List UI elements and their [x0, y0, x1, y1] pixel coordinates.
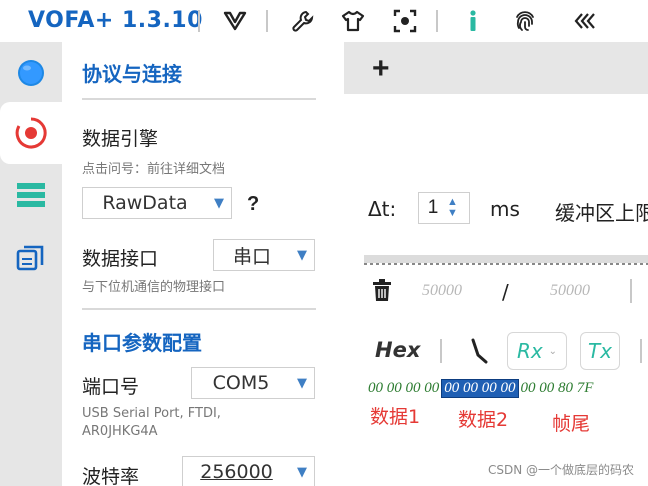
- engine-help-button[interactable]: ?: [247, 193, 259, 216]
- buffer-slider[interactable]: [364, 255, 648, 263]
- slider-ticks: [364, 263, 648, 265]
- timestamp-icon[interactable]: [468, 337, 490, 365]
- annotation-data2: 数据2: [458, 409, 509, 431]
- divider: [82, 98, 316, 100]
- annotation-frame-tail: 帧尾: [552, 413, 591, 435]
- baud-select[interactable]: 256000 ▼: [182, 456, 315, 486]
- connection-status-icon: [18, 60, 44, 86]
- fingerprint-icon[interactable]: [510, 6, 540, 36]
- engine-hint: 点击问号：前往详细文档: [82, 162, 226, 177]
- port-hint-line-2: AR0JHKG4A: [82, 424, 158, 439]
- dt-unit: ms: [490, 197, 520, 221]
- buffer-current: 50000: [422, 282, 462, 299]
- toolbar-divider: [436, 10, 438, 32]
- dt-spinbox[interactable]: 1 ▲ ▼: [418, 192, 470, 224]
- tshirt-icon[interactable]: [338, 6, 368, 36]
- engine-value: RawData: [102, 192, 188, 214]
- divider: [440, 339, 442, 363]
- vofa-logo-icon[interactable]: [220, 6, 250, 36]
- buffer-max: 50000: [550, 282, 590, 299]
- tab-record[interactable]: [0, 102, 62, 164]
- chevron-down-icon: ▼: [297, 375, 307, 391]
- data-segment-3: 00 00 80 7F: [520, 379, 594, 396]
- tab-list[interactable]: [0, 164, 62, 226]
- port-select[interactable]: COM5 ▼: [191, 367, 315, 399]
- wrench-icon[interactable]: [288, 6, 318, 36]
- capture-icon[interactable]: [390, 6, 420, 36]
- engine-select[interactable]: RawData ▼: [82, 187, 232, 219]
- app-title: VOFA+ 1.3.10: [28, 8, 203, 33]
- chevron-down-icon: ▼: [297, 247, 307, 263]
- divider: [630, 279, 632, 303]
- data-segment-2-selected: 00 00 00 00: [441, 378, 519, 398]
- toolbar-divider: [198, 10, 200, 32]
- add-tab-button[interactable]: +: [372, 52, 390, 86]
- dt-value: 1: [427, 197, 439, 218]
- side-nav-rail: [0, 42, 62, 486]
- tab-bar: +: [344, 42, 648, 94]
- port-label: 端口号: [82, 376, 140, 398]
- section-title-protocol: 协议与连接: [82, 62, 182, 86]
- interface-value: 串口: [232, 245, 271, 268]
- hex-toggle[interactable]: Hex: [375, 338, 420, 362]
- chevron-down-icon: ▼: [214, 195, 224, 211]
- buffer-separator: /: [502, 280, 509, 304]
- watermark: CSDN @一个做底层的码农: [487, 463, 634, 477]
- collapse-icon[interactable]: [570, 6, 600, 36]
- port-hint-line-1: USB Serial Port, FTDI,: [82, 406, 221, 421]
- divider: [640, 339, 642, 363]
- dt-label: Δt:: [368, 197, 397, 221]
- info-icon[interactable]: [458, 6, 488, 36]
- rx-toggle[interactable]: Rx ⌄: [507, 332, 567, 370]
- spin-arrows-icon[interactable]: ▲ ▼: [447, 197, 458, 219]
- annotation-data1: 数据1: [370, 406, 421, 428]
- interface-select[interactable]: 串口 ▼: [213, 239, 315, 271]
- toolbar-divider: [266, 10, 268, 32]
- port-value: COM5: [212, 372, 270, 394]
- interface-label: 数据接口: [82, 248, 159, 270]
- windows-icon: [16, 245, 44, 271]
- settings-panel: 协议与连接 数据引擎 点击问号：前往详细文档 RawData ▼ ? 数据接口 …: [62, 42, 344, 486]
- list-icon: [17, 183, 45, 207]
- tab-protocol-connection[interactable]: [0, 42, 62, 104]
- divider: [82, 308, 316, 310]
- rx-label: Rx: [516, 339, 543, 363]
- tx-label: Tx: [587, 339, 613, 363]
- tab-windows[interactable]: [0, 226, 62, 288]
- data-segment-1: 00 00 00 00: [368, 379, 440, 396]
- received-data-line[interactable]: 00 00 00 00 00 00 00 00 00 00 80 7F: [366, 378, 595, 398]
- engine-label: 数据引擎: [82, 128, 159, 150]
- baud-value: 256000: [200, 461, 273, 483]
- title-bar: VOFA+ 1.3.10: [0, 0, 648, 42]
- interface-hint: 与下位机通信的物理接口: [82, 280, 226, 295]
- baud-label: 波特率: [82, 466, 140, 486]
- trash-icon[interactable]: [370, 278, 394, 302]
- buffer-label: 缓冲区上限: [555, 201, 648, 225]
- main-area: + Δt: 1 ▲ ▼ ms 缓冲区上限 50000 / 50000 Hex Rx…: [344, 42, 648, 486]
- section-title-serial: 串口参数配置: [82, 331, 202, 355]
- tx-toggle[interactable]: Tx: [580, 332, 620, 370]
- chevron-down-icon: ▼: [297, 464, 307, 480]
- record-icon: [15, 117, 47, 149]
- chevron-down-icon: ⌄: [548, 345, 558, 357]
